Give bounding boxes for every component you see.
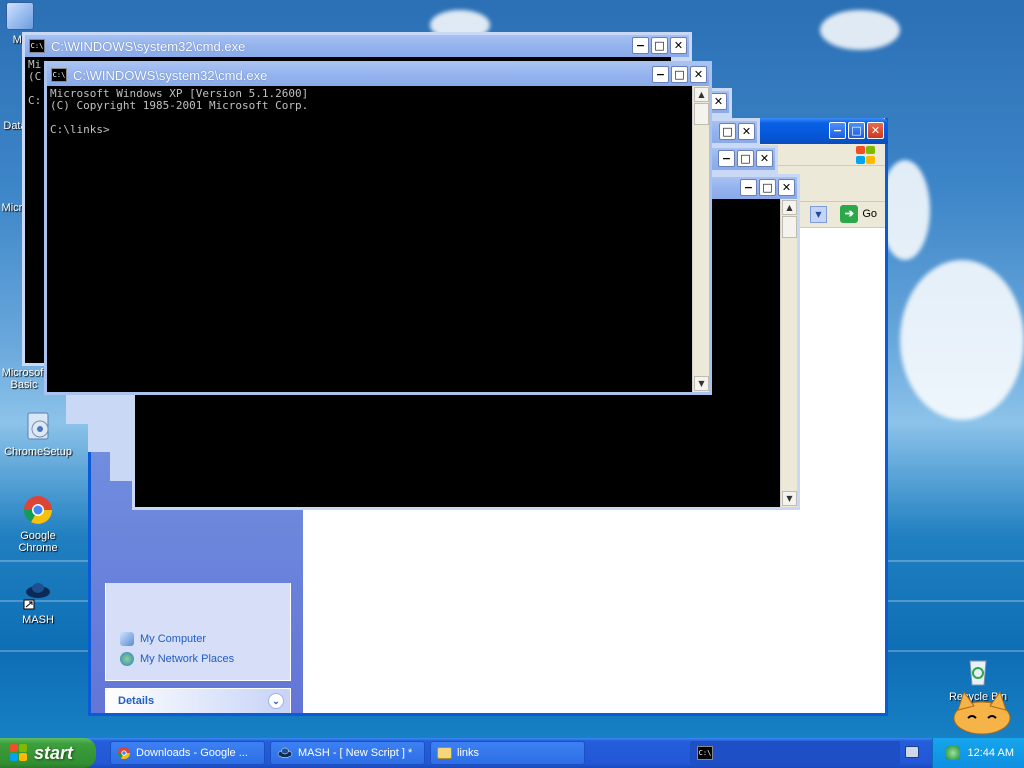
minimize-button[interactable]: − [829, 122, 846, 139]
details-label: Details [118, 695, 155, 707]
maximize-button[interactable]: □ [671, 66, 688, 83]
scroll-up-button[interactable]: ▲ [694, 87, 709, 102]
cloud [820, 10, 900, 50]
task-mash[interactable]: MASH - [ New Script ] * [270, 741, 425, 765]
desktop-icon-chromesetup[interactable]: ChromeSetup [0, 410, 76, 458]
desktop-icon-mash[interactable]: MASH [0, 578, 76, 626]
maximize-button[interactable]: □ [759, 179, 776, 196]
close-button[interactable]: ✕ [670, 37, 687, 54]
task-label: links [457, 747, 480, 759]
go-arrow-icon: ➔ [840, 205, 859, 223]
scroll-thumb[interactable] [694, 103, 709, 125]
go-button[interactable]: ➔ Go [840, 205, 877, 223]
scroll-thumb[interactable] [782, 216, 797, 238]
console-scrollbar[interactable]: ▲ ▼ [780, 199, 797, 507]
maximize-button[interactable]: □ [737, 150, 754, 167]
cmd-app-icon: C:\ [697, 746, 713, 760]
address-dropdown-button[interactable]: ▼ [810, 206, 827, 223]
close-button[interactable]: ✕ [690, 66, 707, 83]
place-label: My Network Places [140, 653, 235, 665]
close-button[interactable]: ✕ [738, 123, 755, 140]
task-label: MASH - [ New Script ] * [298, 747, 413, 759]
scroll-up-button[interactable]: ▲ [782, 200, 797, 215]
close-button[interactable]: ✕ [778, 179, 795, 196]
cmd-titlebar[interactable]: C:\ C:\WINDOWS\system32\cmd.exe − □ ✕ [47, 64, 709, 86]
cloud [900, 260, 1024, 420]
computer-icon [120, 632, 134, 646]
minimize-button[interactable]: − [652, 66, 669, 83]
network-icon [120, 652, 134, 666]
scroll-down-button[interactable]: ▼ [694, 376, 709, 391]
task-links-folder[interactable]: links [430, 741, 585, 765]
other-places-panel: My Computer My Network Places [105, 583, 291, 681]
close-button[interactable]: ✕ [756, 150, 773, 167]
desktop-icon-label: Google Chrome [18, 530, 58, 554]
details-header[interactable]: Details ⌄ [106, 689, 290, 713]
minimize-button[interactable]: − [718, 150, 735, 167]
windows-logo-icon [855, 145, 877, 165]
console-scrollbar[interactable]: ▲ ▼ [692, 86, 709, 392]
cmd-titlebar[interactable]: C:\ C:\WINDOWS\system32\cmd.exe − □ ✕ [25, 35, 689, 57]
window-title: C:\WINDOWS\system32\cmd.exe [51, 38, 246, 54]
desktop-icon-google-chrome[interactable]: Google Chrome [0, 494, 76, 554]
windows-logo-icon [10, 744, 28, 762]
folder-icon [437, 747, 452, 759]
keyboard-icon[interactable] [905, 746, 919, 758]
cmd-app-icon: C:\ [51, 68, 67, 82]
recycle-bin-icon [969, 660, 987, 686]
close-button[interactable]: ✕ [710, 93, 727, 110]
close-button[interactable]: ✕ [867, 122, 884, 139]
task-cmd[interactable]: C:\ [690, 741, 900, 765]
console-output[interactable]: Microsoft Windows XP [Version 5.1.2600] … [47, 86, 692, 392]
maximize-button[interactable]: □ [848, 122, 865, 139]
desktop-icon-microsoft-basic[interactable]: Microsoft Basic [0, 367, 48, 391]
window-title: C:\WINDOWS\system32\cmd.exe [73, 67, 268, 83]
go-label: Go [862, 208, 877, 220]
mash-icon [23, 583, 50, 610]
computer-icon [6, 2, 34, 30]
desktop-icon-label: ChromeSetup [4, 446, 72, 458]
cat-mascot-icon [953, 690, 1011, 735]
place-label: My Computer [140, 633, 207, 645]
taskbar: start Downloads - Google ... MASH - [ Ne… [0, 738, 1024, 768]
system-tray: 12:44 AM [932, 738, 1024, 768]
maximize-button[interactable]: □ [651, 37, 668, 54]
maximize-button[interactable]: □ [719, 123, 736, 140]
desktop-icon-label: Microsoft Basic [1, 367, 47, 391]
start-button[interactable]: start [0, 738, 96, 768]
chrome-icon [24, 496, 52, 524]
cmd-window-active[interactable]: C:\ C:\WINDOWS\system32\cmd.exe − □ ✕ Mi… [44, 61, 712, 395]
mash-icon [277, 747, 293, 758]
place-my-network-places[interactable]: My Network Places [106, 649, 290, 669]
place-my-computer[interactable]: My Computer [106, 629, 290, 649]
minimize-button[interactable]: − [632, 37, 649, 54]
start-label: start [34, 742, 74, 763]
scroll-down-button[interactable]: ▼ [782, 491, 797, 506]
desktop-icon-label: MASH [22, 614, 54, 626]
chrome-icon [117, 746, 131, 760]
task-downloads-chrome[interactable]: Downloads - Google ... [110, 741, 265, 765]
setup-icon [27, 412, 49, 440]
details-panel[interactable]: Details ⌄ [105, 688, 291, 713]
cmd-app-icon: C:\ [29, 39, 45, 53]
task-label: Downloads - Google ... [136, 747, 248, 759]
minimize-button[interactable]: − [740, 179, 757, 196]
clock[interactable]: 12:44 AM [968, 747, 1014, 759]
chevron-down-icon[interactable]: ⌄ [268, 693, 284, 709]
network-status-icon[interactable] [945, 746, 960, 760]
